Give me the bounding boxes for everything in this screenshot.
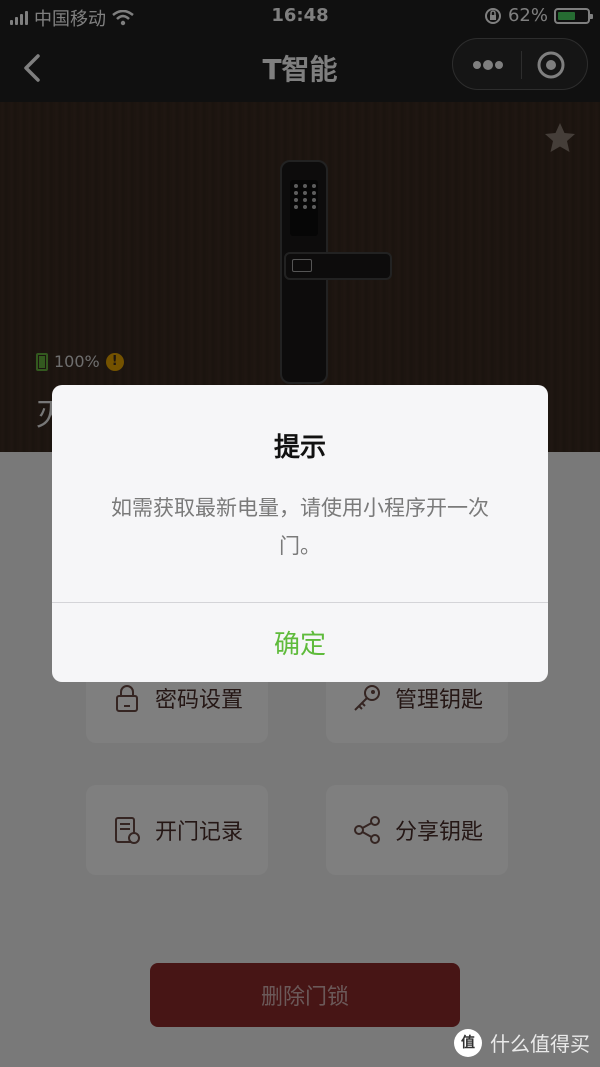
watermark-text: 什么值得买 bbox=[490, 1032, 590, 1056]
watermark: 值 什么值得买 bbox=[454, 1028, 590, 1057]
dialog-message: 如需获取最新电量，请使用小程序开一次门。 bbox=[111, 496, 489, 558]
alert-dialog: 提示 如需获取最新电量，请使用小程序开一次门。 确定 bbox=[52, 385, 548, 682]
dialog-title: 提示 bbox=[273, 433, 326, 463]
confirm-button[interactable]: 确定 bbox=[52, 603, 548, 682]
watermark-logo: 值 bbox=[454, 1028, 482, 1057]
